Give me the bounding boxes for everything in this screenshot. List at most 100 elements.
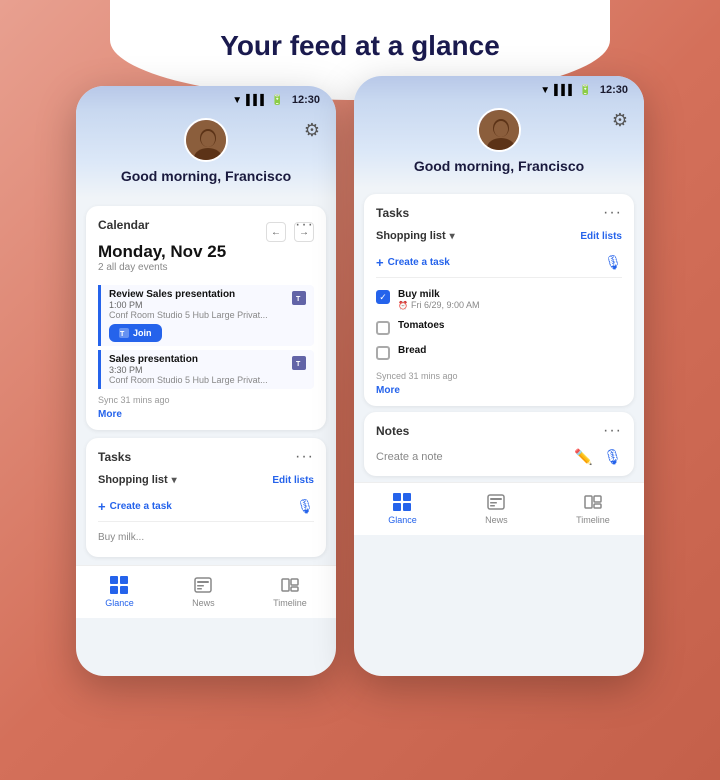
calendar-sync-text: Sync 31 mins ago <box>98 395 314 405</box>
notes-title: Notes <box>376 424 409 438</box>
nav-glance-left[interactable]: Glance <box>105 574 134 608</box>
note-icons: ✏️ 🎙 <box>574 448 622 466</box>
task-checkbox-3[interactable] <box>376 346 390 360</box>
mic-icon-left[interactable]: 🎙 <box>296 498 314 515</box>
phones-container: ▼ ▌▌▌ 🔋 12:30 ⚙ Good morning, Francisco <box>76 86 644 676</box>
status-bar-left: ▼ ▌▌▌ 🔋 12:30 <box>76 86 336 110</box>
create-task-btn-right[interactable]: + Create a task <box>376 255 450 270</box>
clock-icon: ⏰ <box>398 301 408 310</box>
edit-lists-left[interactable]: Edit lists <box>272 475 314 486</box>
nav-news-right[interactable]: News <box>485 491 508 525</box>
nav-timeline-left[interactable]: Timeline <box>273 574 307 608</box>
nav-news-label-left: News <box>192 598 215 608</box>
tasks-card-header-left: Tasks ··· <box>98 448 314 466</box>
mic-icon-notes[interactable]: 🎙 <box>603 448 622 466</box>
tasks-title-right: Tasks <box>376 206 409 220</box>
nav-glance-right[interactable]: Glance <box>388 491 417 525</box>
create-task-row-left: + Create a task 🎙 <box>98 492 314 522</box>
edit-lists-right[interactable]: Edit lists <box>580 231 622 242</box>
news-icon-right <box>485 491 507 513</box>
signal-icon-right: ▌▌▌ <box>554 85 575 96</box>
pencil-icon[interactable]: ✏️ <box>574 448 593 466</box>
nav-timeline-label-right: Timeline <box>576 515 610 525</box>
timeline-icon-left <box>279 574 301 596</box>
note-create-row: Create a note ✏️ 🎙 <box>376 448 622 466</box>
status-bar-right: ▼ ▌▌▌ 🔋 12:30 <box>354 76 644 100</box>
teams-badge-1: T <box>292 291 306 305</box>
calendar-all-day: 2 all day events <box>98 262 226 273</box>
battery-icon-right: 🔋 <box>579 85 591 96</box>
create-task-row-right: + Create a task 🎙 <box>376 248 622 278</box>
news-icon-left <box>192 574 214 596</box>
battery-icon: 🔋 <box>271 95 283 106</box>
teams-badge-2: T <box>292 356 306 370</box>
glance-icon-right <box>391 491 413 513</box>
mic-icon-right[interactable]: 🎙 <box>604 254 622 271</box>
tasks-dots-left[interactable]: ··· <box>295 448 314 466</box>
page-title: Your feed at a glance <box>220 30 500 62</box>
calendar-date-row: Monday, Nov 25 2 all day events ← → <box>98 242 314 281</box>
calendar-card: Calendar ··· Monday, Nov 25 2 all day ev… <box>86 206 326 430</box>
gear-icon-left[interactable]: ⚙ <box>304 120 320 141</box>
timeline-icon-right <box>582 491 604 513</box>
tasks-title-left: Tasks <box>98 450 131 464</box>
greeting-left: Good morning, Francisco <box>121 168 291 184</box>
tasks-card-header-right: Tasks ··· <box>376 204 622 222</box>
task-checkbox-2[interactable] <box>376 321 390 335</box>
event-2-location: Conf Room Studio 5 Hub Large Privat... <box>109 375 268 385</box>
tasks-card-right: Tasks ··· Shopping list ▾ Edit lists + C… <box>364 194 634 406</box>
calendar-title: Calendar <box>98 218 149 232</box>
glance-icon-left <box>108 574 130 596</box>
calendar-prev-btn[interactable]: ← <box>266 222 286 242</box>
bottom-nav-right: Glance News Timeline <box>354 482 644 535</box>
tasks-dropdown-left[interactable]: Shopping list ▾ <box>98 474 177 486</box>
tasks-preview: Buy milk... <box>98 528 314 547</box>
nav-timeline-right[interactable]: Timeline <box>576 491 610 525</box>
nav-glance-label-right: Glance <box>388 515 417 525</box>
tasks-more-link-right[interactable]: More <box>376 385 622 396</box>
signal-icon: ▌▌▌ <box>246 95 267 106</box>
tasks-list-row: Shopping list ▾ Edit lists <box>98 474 314 486</box>
phone-right: ▼ ▌▌▌ 🔋 12:30 ⚙ Good morning, Francisco <box>354 76 644 676</box>
create-task-btn-left[interactable]: + Create a task <box>98 499 172 514</box>
calendar-more-link[interactable]: More <box>98 409 314 420</box>
task-text-1: Buy milk <box>398 289 480 300</box>
join-button[interactable]: T Join <box>109 324 162 342</box>
calendar-date-info: Monday, Nov 25 2 all day events <box>98 242 226 281</box>
chevron-down-icon-right: ▾ <box>450 231 455 242</box>
calendar-date: Monday, Nov 25 <box>98 242 226 262</box>
task-due-1: ⏰ Fri 6/29, 9:00 AM <box>398 300 480 310</box>
tasks-list-row-right: Shopping list ▾ Edit lists <box>376 230 622 242</box>
calendar-next-btn[interactable]: → <box>294 222 314 242</box>
tasks-dropdown-right[interactable]: Shopping list ▾ <box>376 230 455 242</box>
nav-news-label-right: News <box>485 515 508 525</box>
svg-text:T: T <box>120 331 125 338</box>
phone-header-left: ⚙ Good morning, Francisco <box>76 110 336 198</box>
notes-card-header: Notes ··· <box>376 422 622 440</box>
event-1-location: Conf Room Studio 5 Hub Large Privat... <box>109 310 268 320</box>
svg-text:T: T <box>296 296 301 303</box>
task-text-2: Tomatoes <box>398 320 445 331</box>
chevron-down-icon: ▾ <box>172 475 177 486</box>
bottom-nav-left: Glance News Timeline <box>76 565 336 618</box>
notes-dots[interactable]: ··· <box>603 422 622 440</box>
calendar-event-1: Review Sales presentation 1:00 PM Conf R… <box>98 285 314 346</box>
calendar-navigation: ← → <box>266 222 314 242</box>
tasks-sync-text-right: Synced 31 mins ago <box>376 371 622 381</box>
gear-icon-right[interactable]: ⚙ <box>612 110 628 131</box>
event-1-title: Review Sales presentation <box>109 289 268 300</box>
tasks-dots-right[interactable]: ··· <box>603 204 622 222</box>
nav-news-left[interactable]: News <box>192 574 215 608</box>
svg-text:T: T <box>296 361 301 368</box>
phone-left: ▼ ▌▌▌ 🔋 12:30 ⚙ Good morning, Francisco <box>76 86 336 676</box>
create-note-text[interactable]: Create a note <box>376 451 443 463</box>
nav-glance-label-left: Glance <box>105 598 134 608</box>
avatar-right <box>477 108 521 152</box>
task-item-1: ✓ Buy milk ⏰ Fri 6/29, 9:00 AM <box>376 284 622 315</box>
greeting-right: Good morning, Francisco <box>414 158 584 174</box>
wifi-icon: ▼ <box>232 95 242 106</box>
task-checkbox-1[interactable]: ✓ <box>376 290 390 304</box>
event-2-time: 3:30 PM <box>109 365 268 375</box>
status-time-left: 12:30 <box>292 94 320 106</box>
calendar-event-2: Sales presentation 3:30 PM Conf Room Stu… <box>98 350 314 389</box>
